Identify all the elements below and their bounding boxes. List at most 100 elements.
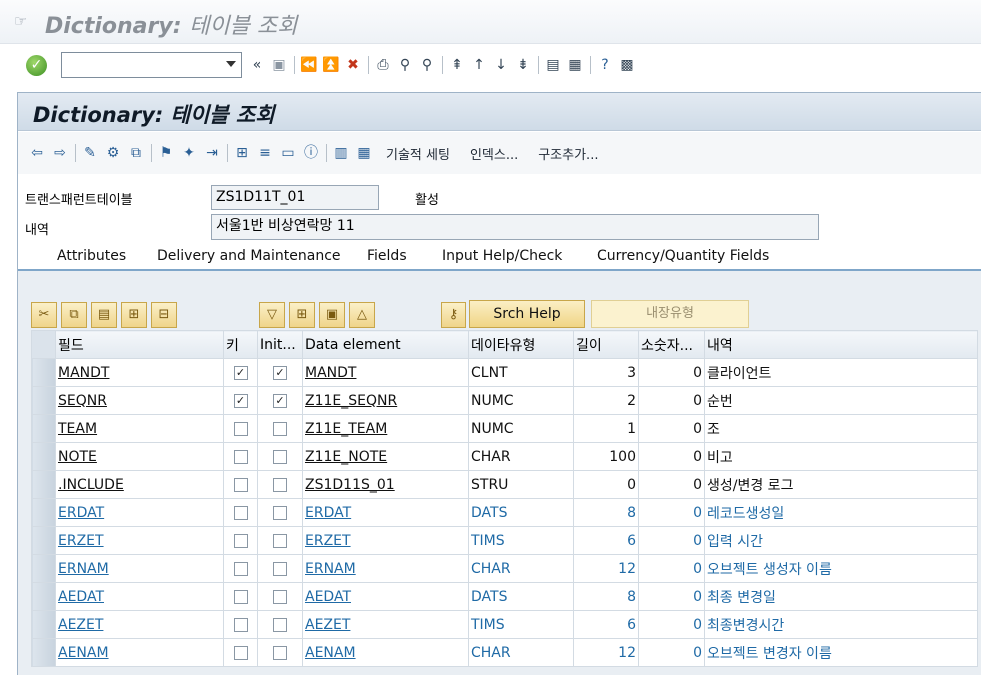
row-selector[interactable]	[31, 442, 56, 471]
display-change-icon[interactable]: ✎	[81, 144, 99, 162]
new-session-icon[interactable]: ▤	[544, 56, 562, 74]
data-type[interactable]: CLNT	[468, 358, 574, 387]
initial-value-checkbox[interactable]	[273, 617, 287, 632]
active-inactive-icon[interactable]: ⚙	[104, 144, 122, 162]
insert-row-icon[interactable]: ⊞	[121, 302, 147, 328]
table-row[interactable]: ERDAT ERDAT DATS 8 0 레코드생성일	[31, 498, 978, 527]
field-name[interactable]: ERNAM	[58, 561, 109, 577]
tab-input-help-check[interactable]: Input Help/Check	[420, 245, 586, 270]
decimals[interactable]: 0	[638, 610, 705, 639]
data-element[interactable]: AENAM	[305, 645, 356, 661]
activate-icon[interactable]: ✦	[180, 144, 198, 162]
check-icon[interactable]: ⚑	[157, 144, 175, 162]
last-page-icon[interactable]: ⇟	[514, 56, 532, 74]
table-row[interactable]: MANDT ✓ ✓ MANDT CLNT 3 0 클라이언트	[31, 358, 978, 387]
display-object-icon[interactable]: ▭	[279, 144, 297, 162]
column-header[interactable]: 키	[223, 330, 258, 359]
other-object-icon[interactable]: ⧉	[127, 144, 145, 162]
data-element[interactable]: AEDAT	[305, 589, 351, 605]
length[interactable]: 12	[573, 638, 639, 667]
initial-value-checkbox[interactable]: ✓	[273, 365, 287, 380]
data-element[interactable]: Z11E_NOTE	[305, 449, 387, 465]
decimals[interactable]: 0	[638, 498, 705, 527]
table-row[interactable]: AEDAT AEDAT DATS 8 0 최종 변경일	[31, 582, 978, 611]
length[interactable]: 100	[573, 442, 639, 471]
shortcut-icon[interactable]: ▦	[566, 56, 584, 74]
contents-icon[interactable]: ▥	[332, 144, 350, 162]
find-next-icon[interactable]: ⚲	[418, 56, 436, 74]
key-checkbox[interactable]	[233, 477, 248, 492]
collapse-chevron-icon[interactable]: «	[248, 56, 266, 74]
column-header[interactable]: 소숫자...	[638, 330, 705, 359]
row-selector[interactable]	[31, 470, 56, 499]
row-selector[interactable]	[31, 414, 56, 443]
field-name[interactable]: .INCLUDE	[58, 477, 124, 493]
key-checkbox[interactable]	[233, 617, 248, 632]
row-selector[interactable]	[31, 582, 56, 611]
table-row[interactable]: TEAM Z11E_TEAM NUMC 1 0 조	[31, 414, 978, 443]
data-element[interactable]: ERDAT	[305, 505, 351, 521]
column-header[interactable]: 길이	[573, 330, 639, 359]
tab-currency-quantity[interactable]: Currency/Quantity Fields	[575, 245, 794, 270]
field-name[interactable]: NOTE	[58, 449, 97, 465]
insert-icon[interactable]: ⊞	[289, 302, 315, 328]
tab-delivery-maintenance[interactable]: Delivery and Maintenance	[135, 245, 358, 270]
first-page-icon[interactable]: ⇞	[448, 56, 466, 74]
exit-screen-icon[interactable]: ☞	[14, 12, 30, 30]
key-checkbox[interactable]	[233, 421, 248, 436]
field-name[interactable]: MANDT	[58, 365, 109, 381]
tab-fields[interactable]: Fields	[345, 245, 432, 270]
key-checkbox[interactable]	[233, 589, 248, 604]
decimals[interactable]: 0	[638, 386, 705, 415]
field-name[interactable]: ERDAT	[58, 505, 104, 521]
table-contents-icon[interactable]: ▦	[355, 144, 373, 162]
cut-icon[interactable]: ✂	[31, 302, 57, 328]
initial-value-checkbox[interactable]	[273, 533, 287, 548]
length[interactable]: 12	[573, 554, 639, 583]
table-row[interactable]: ERNAM ERNAM CHAR 12 0 오브젝트 생성자 이름	[31, 554, 978, 583]
row-selector[interactable]	[31, 638, 56, 667]
save-icon[interactable]: ▣	[270, 56, 288, 74]
delete-row-icon[interactable]: ⊟	[151, 302, 177, 328]
length[interactable]: 8	[573, 498, 639, 527]
enter-check-icon[interactable]: ✓	[26, 55, 47, 76]
length[interactable]: 3	[573, 358, 639, 387]
select-all-cell[interactable]	[31, 330, 56, 359]
column-header[interactable]: 내역	[704, 330, 978, 359]
length[interactable]: 6	[573, 610, 639, 639]
data-type[interactable]: TIMS	[468, 526, 574, 555]
details-icon[interactable]: ▣	[319, 302, 345, 328]
data-element[interactable]: Z11E_SEQNR	[305, 393, 397, 409]
exit-icon[interactable]: ⏫	[322, 56, 340, 74]
append-structure-button[interactable]: 구조추가...	[538, 144, 598, 163]
indexes-button[interactable]: 인덱스...	[470, 144, 518, 163]
decimals[interactable]: 0	[638, 414, 705, 443]
data-element[interactable]: Z11E_TEAM	[305, 421, 387, 437]
table-row[interactable]: .INCLUDE ZS1D11S_01 STRU 0 0 생성/변경 로그	[31, 470, 978, 499]
initial-value-checkbox[interactable]	[273, 421, 287, 436]
data-type[interactable]: STRU	[468, 470, 574, 499]
decimals[interactable]: 0	[638, 554, 705, 583]
forward-arrow-icon[interactable]: ⇨	[51, 144, 69, 162]
data-element[interactable]: ERNAM	[305, 561, 356, 577]
column-header[interactable]: Data element	[302, 330, 469, 359]
print-icon[interactable]: ⎙	[374, 56, 392, 74]
length[interactable]: 2	[573, 386, 639, 415]
previous-page-icon[interactable]: ↑	[470, 56, 488, 74]
table-row[interactable]: NOTE Z11E_NOTE CHAR 100 0 비고	[31, 442, 978, 471]
description-field[interactable]: 서울1반 비상연락망 11	[211, 214, 819, 240]
back-icon[interactable]: ⏪	[300, 56, 318, 74]
initial-value-checkbox[interactable]	[273, 449, 287, 464]
decimals[interactable]: 0	[638, 526, 705, 555]
field-name[interactable]: TEAM	[58, 421, 97, 437]
command-field[interactable]	[61, 52, 242, 78]
decimals[interactable]: 0	[638, 638, 705, 667]
technical-settings-button[interactable]: 기술적 세팅	[386, 144, 450, 163]
data-element[interactable]: MANDT	[305, 365, 356, 381]
field-name[interactable]: AEDAT	[58, 589, 104, 605]
data-type[interactable]: NUMC	[468, 414, 574, 443]
initial-value-checkbox[interactable]	[273, 645, 287, 660]
decimals[interactable]: 0	[638, 358, 705, 387]
foreign-key-icon[interactable]: ⚷	[441, 302, 466, 328]
paste-icon[interactable]: ▤	[91, 302, 117, 328]
